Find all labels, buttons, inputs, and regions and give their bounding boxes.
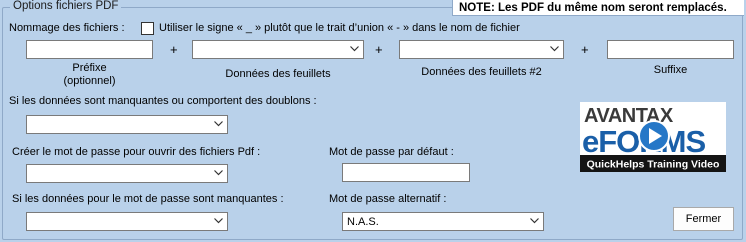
chevron-down-icon	[530, 218, 539, 224]
open-password-select[interactable]	[26, 164, 228, 183]
avantax-eforms-logo[interactable]: AVANTAX eFORMS QuickHelps Training Video	[580, 102, 726, 172]
sheet-data2-label: Données des feuillets #2	[421, 66, 542, 78]
open-password-label: Créer le mot de passe pour ouvrir des fi…	[12, 146, 261, 158]
missing-password-select[interactable]	[26, 212, 228, 231]
alt-password-select[interactable]: N.A.S.	[342, 212, 544, 231]
missing-password-label: Si les données pour le mot de passe sont…	[12, 193, 284, 205]
underscore-option-label[interactable]: Utiliser le signe « _ » plutôt que le tr…	[159, 22, 520, 35]
sheet-data2-select[interactable]	[399, 40, 564, 59]
group-title: Options fichiers PDF	[10, 0, 122, 12]
missing-data-label: Si les données sont manquantes ou compor…	[9, 95, 317, 107]
chevron-down-icon	[214, 218, 223, 224]
missing-data-select[interactable]	[26, 115, 228, 134]
naming-label: Nommage des fichiers :	[9, 22, 125, 34]
plus-sign: +	[170, 42, 178, 57]
suffix-label: Suffixe	[653, 64, 688, 76]
alt-password-label: Mot de passe alternatif :	[329, 193, 447, 205]
logo-tagline: QuickHelps Training Video	[587, 159, 720, 171]
plus-sign: +	[375, 42, 383, 57]
suffix-input[interactable]	[607, 40, 734, 59]
alt-password-value: N.A.S.	[347, 216, 379, 228]
sheet-data-select[interactable]	[192, 40, 364, 59]
prefix-input[interactable]	[26, 40, 153, 59]
default-password-input[interactable]	[342, 163, 470, 182]
chevron-down-icon	[550, 46, 559, 52]
close-button[interactable]: Fermer	[673, 207, 734, 231]
chevron-down-icon	[350, 46, 359, 52]
chevron-down-icon	[214, 121, 223, 127]
underscore-checkbox[interactable]	[141, 22, 154, 35]
sheet-data-label: Données des feuillets	[225, 68, 331, 80]
overwrite-note: NOTE: Les PDF du même nom seront remplac…	[452, 0, 744, 16]
default-password-label: Mot de passe par défaut :	[329, 146, 454, 158]
plus-sign: +	[581, 42, 589, 57]
prefix-label: Préfixe (optionnel)	[63, 62, 116, 87]
chevron-down-icon	[214, 170, 223, 176]
